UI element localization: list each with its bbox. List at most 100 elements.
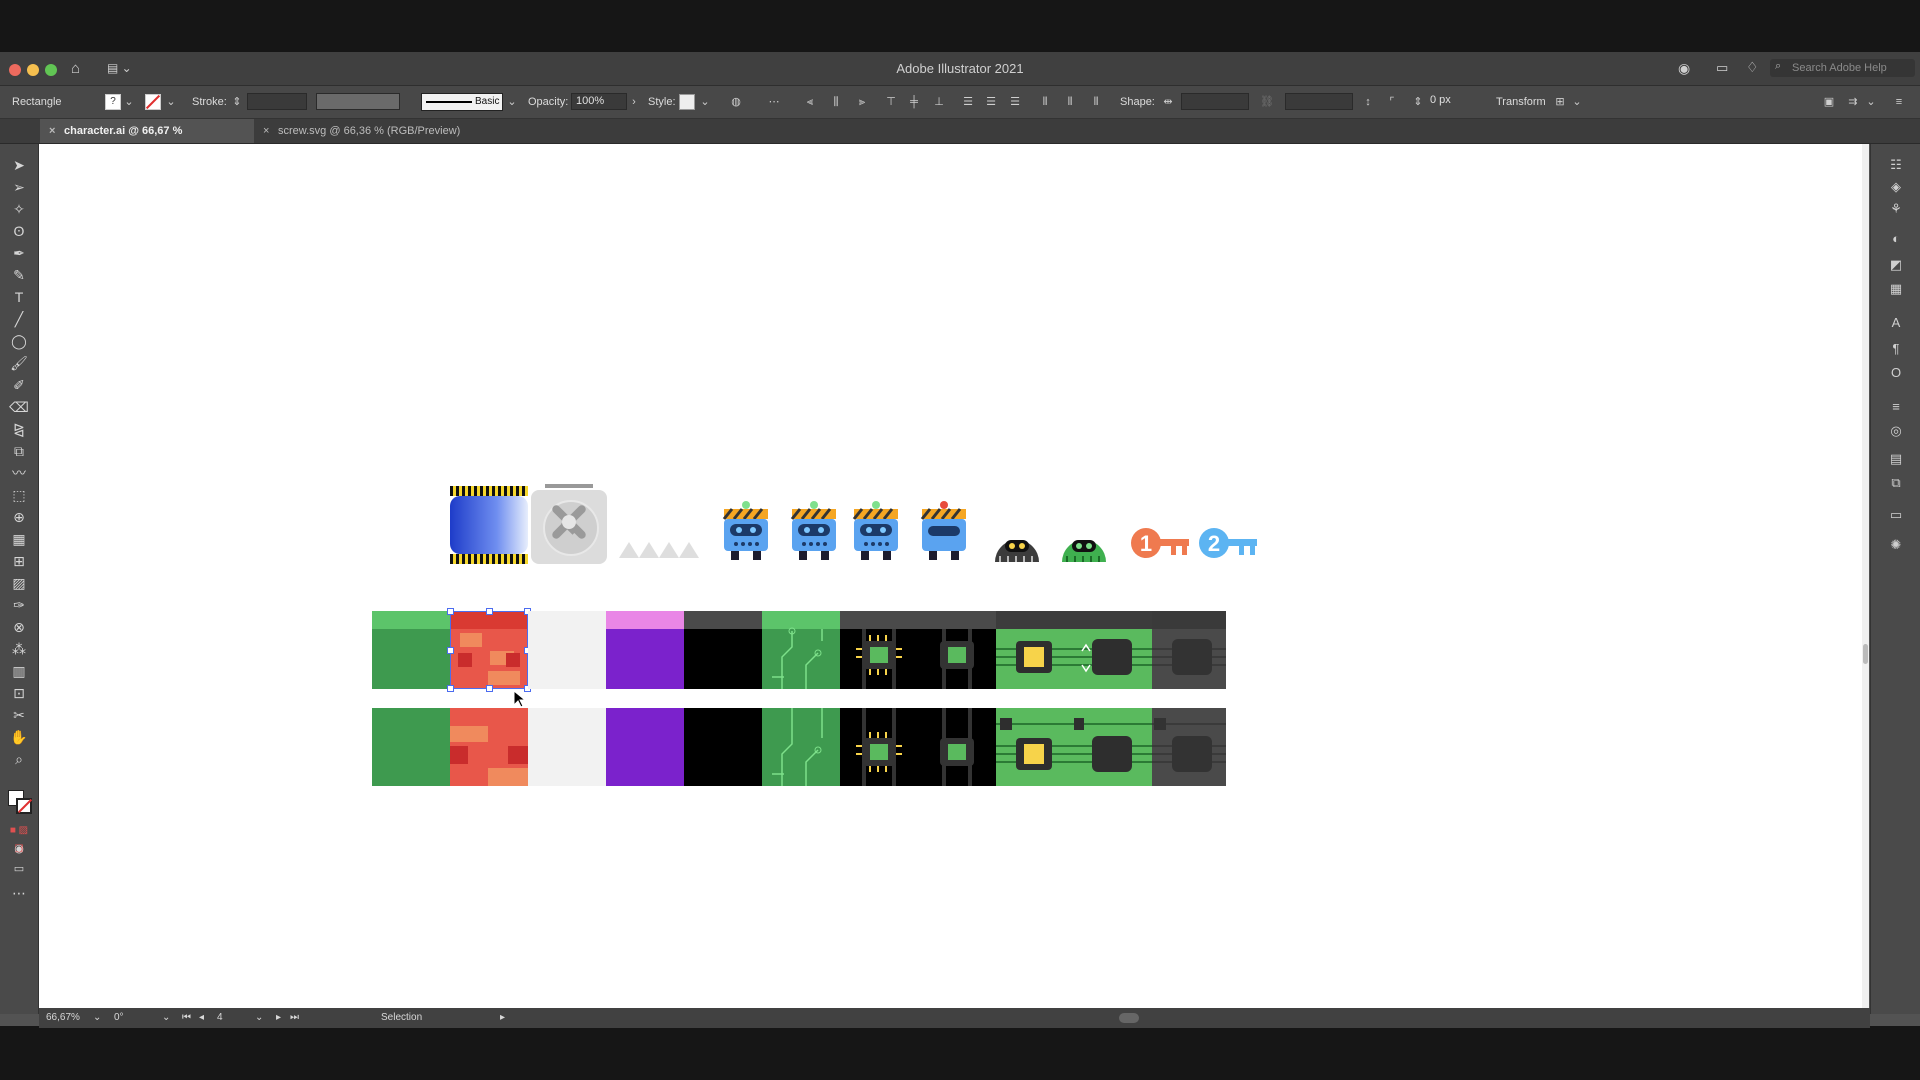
tile-cloud-full[interactable] [528, 708, 606, 786]
fill-swatch[interactable]: ? [105, 94, 121, 110]
vertical-scrollbar[interactable] [1862, 144, 1869, 1008]
tile-purple-full[interactable] [606, 708, 684, 786]
paragraph-panel-icon[interactable]: ¶ [1887, 340, 1905, 358]
tile-cpu-black-2[interactable] [918, 611, 996, 689]
chevron-down-icon[interactable]: ⌄ [1570, 95, 1584, 109]
isolate-icon[interactable]: ▣ [1822, 95, 1836, 109]
shaper-tool-icon[interactable]: ✐ [9, 376, 29, 394]
transparency-panel-icon[interactable]: ◎ [1887, 422, 1905, 440]
tile-brick-full[interactable] [450, 708, 528, 786]
tile-black[interactable] [684, 611, 762, 689]
libraries-panel-icon[interactable]: ⚘ [1887, 200, 1905, 218]
key-2-icon[interactable]: 2 [1199, 528, 1259, 564]
zoom-level[interactable]: 66,67% [46, 1012, 80, 1023]
tile-cpu-black-full-1[interactable] [840, 708, 918, 786]
robot-character-2[interactable] [789, 500, 839, 562]
stepper-icon[interactable]: ⇕ [1411, 95, 1425, 109]
reflect-tool-icon[interactable]: ⧎ [9, 420, 29, 438]
distribute-middle-icon[interactable]: ☰ [984, 95, 998, 109]
dome-bot-green[interactable] [1059, 530, 1109, 564]
pathfinder-panel-icon[interactable]: ⧉ [1887, 474, 1905, 492]
transform-button[interactable]: Transform [1496, 96, 1546, 108]
distribute-center-icon[interactable]: ⫴ [1063, 95, 1077, 109]
chevron-down-icon[interactable]: ⌄ [505, 95, 519, 109]
stepper-icon[interactable]: ⇕ [230, 95, 244, 109]
brush-definition-field[interactable]: Basic [421, 93, 503, 111]
tile-grass[interactable] [372, 611, 450, 689]
scale-tool-icon[interactable]: ⧉ [9, 442, 29, 460]
eraser-tool-icon[interactable]: ⌫ [9, 398, 29, 416]
horizontal-scrollbar[interactable] [519, 1012, 1859, 1024]
align-center-icon[interactable]: ⫼ [829, 95, 843, 109]
chip-gradient-graphic[interactable] [450, 486, 528, 566]
more-tools-icon[interactable]: ⋯ [9, 884, 29, 902]
chevron-down-icon[interactable]: ⌄ [164, 95, 178, 109]
tile-brick-selected[interactable] [447, 608, 531, 692]
swatches-panel-icon[interactable]: ▦ [1887, 280, 1905, 298]
stroke-panel-icon[interactable]: ≡ [1887, 398, 1905, 416]
selection-tool-icon[interactable]: ➤ [9, 156, 29, 174]
user-account-icon[interactable]: ◉ [1678, 60, 1690, 77]
key-1-icon[interactable]: 1 [1131, 528, 1191, 564]
tile-cpu-black-1[interactable] [840, 611, 918, 689]
slice-tool-icon[interactable]: ✂ [9, 706, 29, 724]
previous-artboard-icon[interactable]: ◂ [199, 1012, 204, 1023]
appearance-panel-icon[interactable]: ✺ [1887, 536, 1905, 554]
shape-height-field[interactable] [1285, 93, 1353, 110]
spikes-graphic[interactable] [619, 536, 699, 558]
tile-gray-chip[interactable] [1152, 611, 1226, 689]
next-artboard-icon[interactable]: ▸ [276, 1012, 281, 1023]
robot-character-1[interactable] [721, 500, 771, 562]
lightbulb-icon[interactable]: ♢ [1746, 59, 1759, 76]
tile-pcb-chip-dark-full[interactable] [1074, 708, 1152, 786]
artboard-tool-icon[interactable]: ⊡ [9, 684, 29, 702]
stroke-weight-field[interactable] [247, 93, 307, 110]
gradient-tool-icon[interactable]: ▨ [9, 574, 29, 592]
robot-character-3[interactable] [851, 500, 901, 562]
draw-mode-icon[interactable]: ◉ [9, 840, 29, 858]
close-tab-icon[interactable]: × [49, 119, 55, 143]
align-right-icon[interactable]: ⫸ [855, 95, 869, 109]
panel-options-icon[interactable]: ⇉ [1846, 95, 1860, 109]
type-tool-icon[interactable]: T [9, 288, 29, 306]
transform-options-icon[interactable]: ⊞ [1553, 95, 1567, 109]
last-artboard-icon[interactable]: ⏭ [290, 1012, 299, 1023]
link-proportions-icon[interactable]: ⛓ [1260, 95, 1274, 109]
align-bottom-icon[interactable]: ⊥ [932, 95, 946, 109]
column-graph-tool-icon[interactable]: ▥ [9, 662, 29, 680]
color-panel-icon[interactable]: ◐ [1887, 230, 1905, 248]
align-top-icon[interactable]: ⊤ [884, 95, 898, 109]
fill-stroke-indicator[interactable] [8, 790, 34, 818]
corner-type-icon[interactable]: ⌜ [1385, 95, 1399, 109]
gradient-panel-icon[interactable]: ▭ [1887, 506, 1905, 524]
first-artboard-icon[interactable]: ⏮ [182, 1012, 191, 1023]
align-to-icon[interactable]: ⋯ [767, 95, 781, 109]
color-guide-icon[interactable]: ◩ [1887, 256, 1905, 274]
tile-grass-full[interactable] [372, 708, 450, 786]
ellipse-tool-icon[interactable]: ◯ [9, 332, 29, 350]
distribute-bottom-icon[interactable]: ☰ [1008, 95, 1022, 109]
artboard-number[interactable]: 4 [217, 1012, 223, 1023]
arrange-documents-icon[interactable]: ▭ [1716, 60, 1728, 76]
chevron-right-icon[interactable]: › [627, 95, 641, 109]
align-left-icon[interactable]: ⫷ [803, 95, 817, 109]
recolor-artwork-icon[interactable]: ◍ [729, 95, 743, 109]
tile-pcb-chip-yellow[interactable] [996, 611, 1074, 689]
opentype-panel-icon[interactable]: O [1887, 364, 1905, 382]
tile-pcb-chip-yellow-full[interactable] [996, 708, 1074, 786]
tab-character-ai[interactable]: × character.ai @ 66,67 % (RGB/Preview) [40, 119, 254, 161]
height-icon[interactable]: ↕ [1361, 95, 1375, 109]
selection-bounding-box[interactable] [450, 611, 528, 689]
direct-selection-tool-icon[interactable]: ➢ [9, 178, 29, 196]
tile-purple[interactable] [606, 611, 684, 689]
pen-tool-icon[interactable]: ✒ [9, 244, 29, 262]
dome-bot-gray[interactable] [992, 530, 1042, 564]
mesh-tool-icon[interactable]: ⊞ [9, 552, 29, 570]
tile-cloud[interactable] [528, 611, 606, 689]
tile-gray-chip-full[interactable] [1152, 708, 1226, 786]
free-transform-tool-icon[interactable]: ⬚ [9, 486, 29, 504]
hand-tool-icon[interactable]: ✋ [9, 728, 29, 746]
distribute-top-icon[interactable]: ☰ [961, 95, 975, 109]
robot-character-4[interactable] [919, 500, 969, 562]
zoom-tool-icon[interactable]: ⌕ [9, 750, 29, 768]
